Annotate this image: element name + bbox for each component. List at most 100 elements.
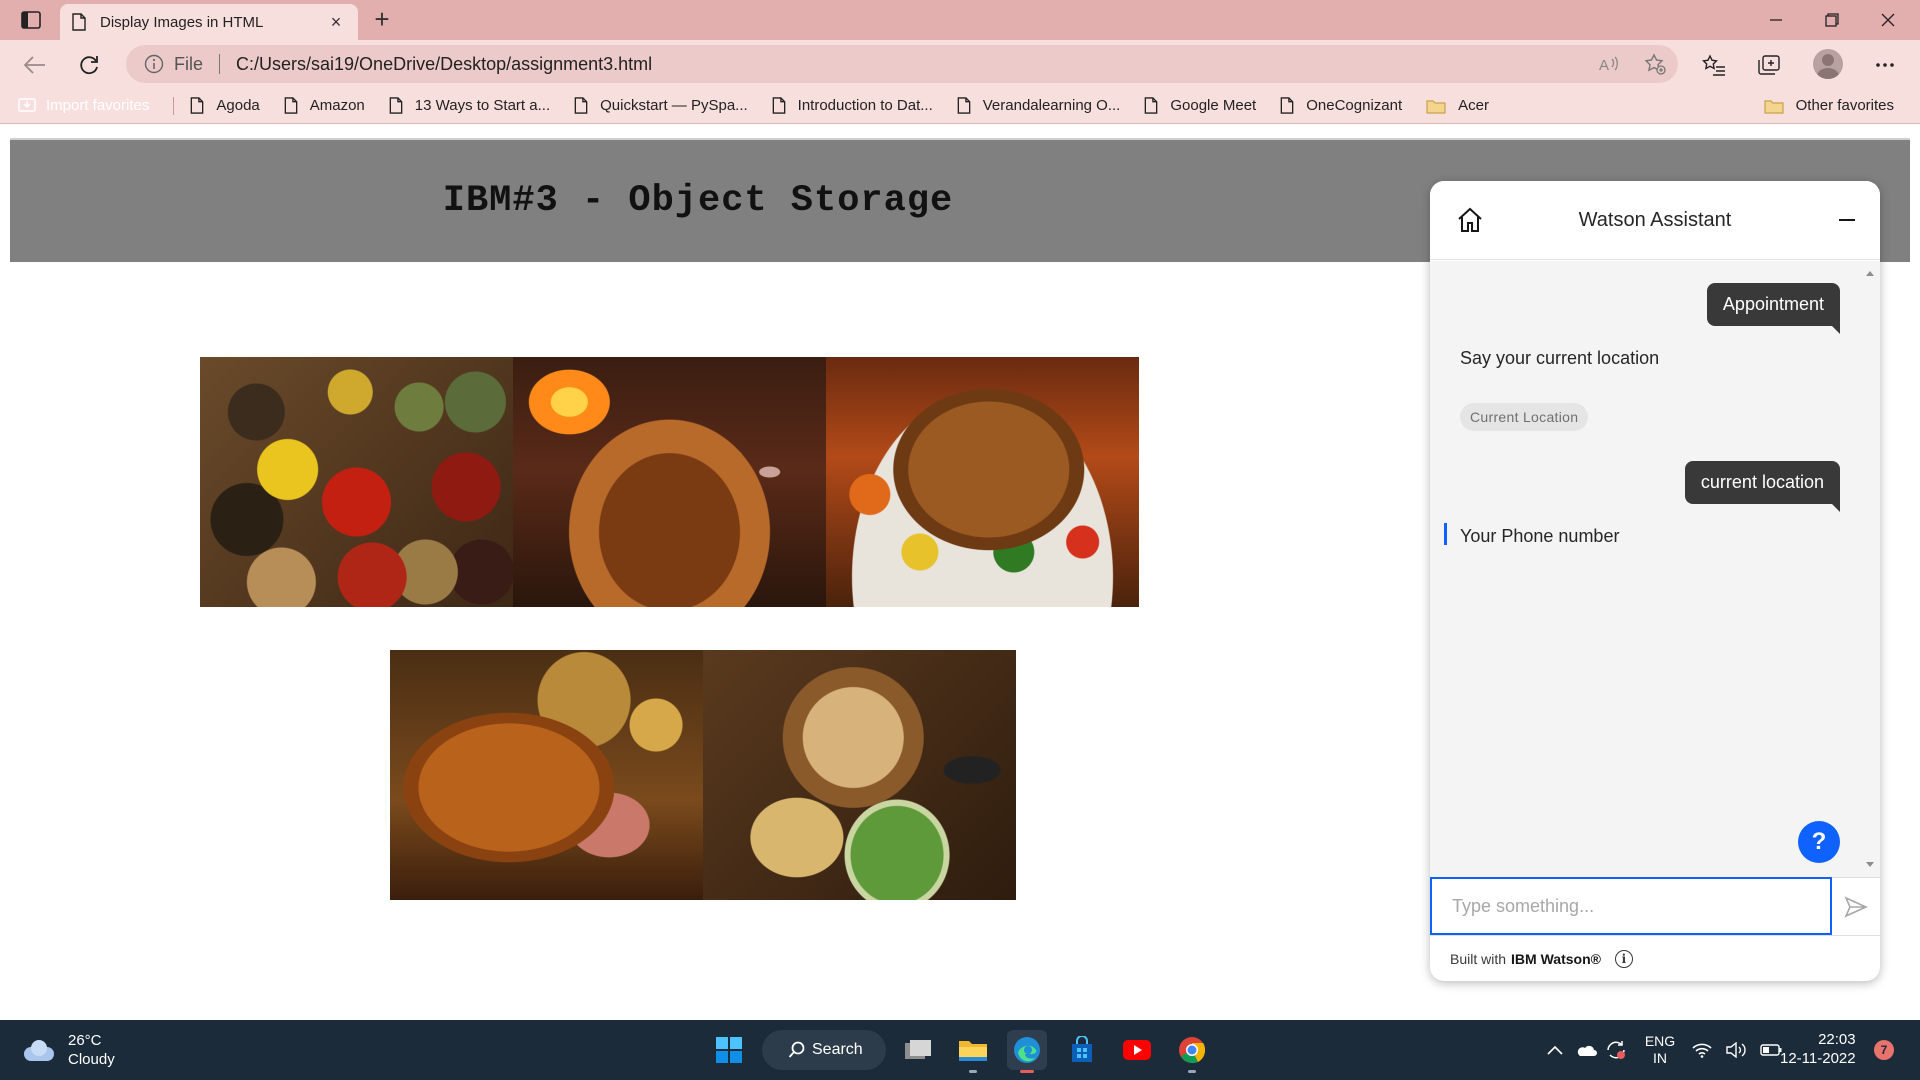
favorite-agoda[interactable]: Agoda: [190, 97, 260, 114]
show-hidden-icons-button[interactable]: [1542, 1030, 1568, 1070]
sync-tray-button[interactable]: [1602, 1030, 1630, 1070]
collections-button[interactable]: [1752, 48, 1786, 82]
weather-condition: Cloudy: [68, 1051, 115, 1068]
favorite-introduction[interactable]: Introduction to Dat...: [772, 97, 933, 114]
favorite-label: Import favorites: [46, 97, 150, 114]
page-icon: [72, 13, 86, 31]
tab-actions-button[interactable]: [16, 8, 46, 32]
page-icon: [389, 97, 403, 114]
notification-badge[interactable]: 7: [1874, 1040, 1894, 1060]
ibm-watson-brand: IBM Watson®: [1511, 950, 1601, 967]
weather-widget[interactable]: 26°C Cloudy: [22, 1031, 115, 1069]
info-icon[interactable]: i: [1614, 949, 1633, 968]
running-indicator: [1188, 1070, 1196, 1073]
favorite-acer-folder[interactable]: Acer: [1426, 97, 1489, 114]
start-button[interactable]: [709, 1030, 749, 1070]
clock-date: 12-11-2022: [1780, 1050, 1856, 1067]
favorite-quickstart-pyspark[interactable]: Quickstart — PySpa...: [574, 97, 748, 114]
page-icon: [772, 97, 785, 114]
close-icon: [1881, 13, 1895, 27]
browser-tab-bar: Display Images in HTML × +: [0, 0, 1920, 40]
favorite-label: 13 Ways to Start a...: [414, 97, 551, 114]
favorite-import[interactable]: Import favorites: [18, 97, 149, 114]
youtube-icon: [1123, 1040, 1151, 1060]
taskbar-search[interactable]: Search: [762, 1030, 886, 1070]
assistant-footer: Built with IBM Watson® i: [1430, 935, 1880, 981]
option-chip-current-location[interactable]: Current Location: [1460, 403, 1589, 431]
quick-settings-button[interactable]: [1692, 1030, 1782, 1070]
youtube-app[interactable]: [1117, 1030, 1157, 1070]
new-tab-button[interactable]: +: [368, 6, 396, 34]
assistant-header: Watson Assistant: [1430, 181, 1880, 260]
minimize-window-button[interactable]: [1748, 0, 1804, 40]
favorite-label: OneCognizant: [1306, 97, 1403, 114]
favorite-13-ways[interactable]: 13 Ways to Start a...: [389, 97, 550, 114]
favorites-button[interactable]: [1697, 48, 1731, 82]
page-icon: [574, 97, 588, 114]
back-button[interactable]: [18, 48, 52, 82]
task-view-app[interactable]: [898, 1030, 938, 1070]
user-message: Appointment: [1706, 283, 1841, 334]
other-favorites-folder[interactable]: Other favorites: [1764, 97, 1894, 114]
scroll-down-arrow[interactable]: [1866, 862, 1874, 867]
tab-title: Display Images in HTML: [100, 13, 264, 31]
favorite-verandalearning[interactable]: Verandalearning O...: [957, 97, 1121, 114]
favorite-label: Introduction to Dat...: [797, 97, 933, 114]
favorite-label: Google Meet: [1170, 97, 1257, 114]
send-message-button[interactable]: [1832, 877, 1880, 935]
food-image-roast-turkey: [826, 357, 1139, 607]
add-favorite-button[interactable]: [1632, 45, 1678, 83]
info-icon[interactable]: [144, 54, 164, 74]
close-window-button[interactable]: [1860, 0, 1916, 40]
address-bar[interactable]: File C:/Users/sai19/OneDrive/Desktop/ass…: [126, 45, 1678, 83]
browser-tab-active[interactable]: Display Images in HTML ×: [60, 4, 358, 40]
address-actions: A: [1586, 45, 1678, 83]
clock-time: 22:03: [1818, 1031, 1856, 1048]
star-add-icon: [1644, 53, 1666, 75]
page-icon: [1280, 97, 1294, 114]
tab-actions-icon: [21, 11, 41, 29]
favorites-divider: [173, 96, 175, 115]
user-message: current location: [1684, 461, 1841, 512]
scroll-up-arrow[interactable]: [1866, 271, 1874, 276]
favorite-label: Verandalearning O...: [982, 97, 1121, 114]
refresh-button[interactable]: [72, 48, 106, 82]
help-button[interactable]: ?: [1798, 821, 1840, 863]
favorite-amazon[interactable]: Amazon: [284, 97, 365, 114]
file-explorer-app[interactable]: [953, 1030, 993, 1073]
tab-close-button[interactable]: ×: [326, 12, 346, 32]
browser-toolbar: File C:/Users/sai19/OneDrive/Desktop/ass…: [0, 40, 1920, 88]
favorite-google-meet[interactable]: Google Meet: [1144, 97, 1256, 114]
send-icon: [1844, 895, 1868, 918]
settings-more-button[interactable]: [1868, 48, 1902, 82]
profile-avatar[interactable]: [1813, 49, 1843, 79]
favorite-label: Quickstart — PySpa...: [600, 97, 748, 114]
read-aloud-button[interactable]: A: [1586, 45, 1632, 83]
system-clock[interactable]: 22:03 12-11-2022: [1780, 1030, 1856, 1068]
restore-window-button[interactable]: [1804, 0, 1860, 40]
assistant-minimize-button[interactable]: [1832, 205, 1862, 235]
onedrive-cloud-icon: [1577, 1045, 1597, 1056]
collections-icon: [1758, 55, 1780, 75]
store-app[interactable]: [1062, 1030, 1102, 1070]
input-language-button[interactable]: ENG IN: [1640, 1030, 1680, 1070]
assistant-message-input[interactable]: [1430, 877, 1832, 935]
import-icon: [18, 97, 36, 112]
language-code: ENG: [1644, 1033, 1676, 1049]
chrome-app[interactable]: [1172, 1030, 1212, 1073]
folder-icon: [1764, 99, 1784, 114]
url-text[interactable]: C:/Users/sai19/OneDrive/Desktop/assignme…: [236, 54, 652, 75]
arrow-left-icon: [24, 56, 45, 74]
restore-icon: [1825, 13, 1839, 27]
favorites-list-icon: [1702, 54, 1725, 76]
edge-browser-app[interactable]: [1007, 1030, 1047, 1073]
onedrive-tray-button[interactable]: [1572, 1030, 1600, 1070]
food-image-dinner-platter: [703, 650, 1016, 900]
page-icon: [957, 97, 971, 114]
assistant-conversation[interactable]: Appointment Say your current location Cu…: [1430, 261, 1880, 877]
task-view-icon: [905, 1040, 931, 1059]
search-icon: [788, 1041, 805, 1058]
favorite-onecognizant[interactable]: OneCognizant: [1280, 97, 1402, 114]
food-image-roast-chicken-ham: [390, 650, 703, 900]
minimize-icon: [1770, 19, 1782, 21]
